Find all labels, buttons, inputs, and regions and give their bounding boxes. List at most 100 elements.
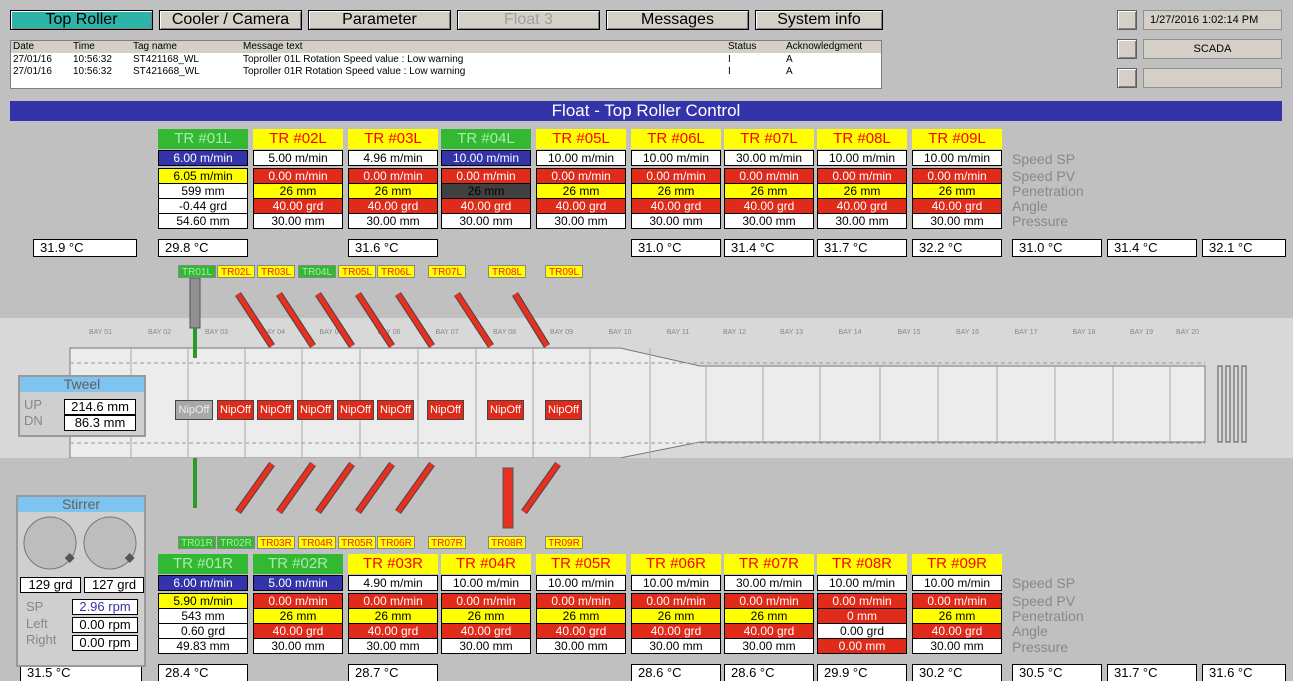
- col-date[interactable]: Date: [13, 41, 57, 53]
- roller-ang-value[interactable]: 40.00 grd: [441, 198, 531, 214]
- roller-header[interactable]: TR #08R: [817, 554, 907, 574]
- roller-sp-value[interactable]: 10.00 m/min: [912, 150, 1002, 166]
- roller-sp-value[interactable]: 10.00 m/min: [817, 575, 907, 591]
- roller-pr-value[interactable]: 30.00 mm: [536, 213, 626, 229]
- roller-pv-value[interactable]: 0.00 m/min: [253, 168, 343, 184]
- roller-tag[interactable]: TR05L: [338, 265, 376, 278]
- roller-header[interactable]: TR #04R: [441, 554, 531, 574]
- roller-header[interactable]: TR #03R: [348, 554, 438, 574]
- roller-pr-value[interactable]: 30.00 mm: [536, 638, 626, 654]
- roller-ang-value[interactable]: 40.00 grd: [912, 623, 1002, 639]
- roller-pen-value[interactable]: 26 mm: [631, 183, 721, 199]
- col-status[interactable]: Status: [728, 41, 782, 53]
- roller-pr-value[interactable]: 30.00 mm: [441, 213, 531, 229]
- nip-off-button[interactable]: NipOff: [427, 400, 464, 420]
- roller-tag[interactable]: TR01R: [178, 536, 216, 549]
- roller-header[interactable]: TR #06R: [631, 554, 721, 574]
- nip-off-button[interactable]: NipOff: [377, 400, 414, 420]
- roller-tag[interactable]: TR03L: [257, 265, 295, 278]
- roller-sp-value[interactable]: 30.00 m/min: [724, 150, 814, 166]
- roller-tag[interactable]: TR01L: [178, 265, 216, 278]
- roller-tag[interactable]: TR09L: [545, 265, 583, 278]
- roller-tag[interactable]: TR07L: [428, 265, 466, 278]
- roller-tag[interactable]: TR08L: [488, 265, 526, 278]
- roller-pv-value[interactable]: 0.00 m/min: [817, 168, 907, 184]
- roller-ang-value[interactable]: 40.00 grd: [536, 198, 626, 214]
- roller-pr-value[interactable]: 30.00 mm: [253, 213, 343, 229]
- nav-cooler-camera[interactable]: Cooler / Camera: [159, 10, 302, 30]
- roller-pr-value[interactable]: 30.00 mm: [631, 638, 721, 654]
- roller-sp-value[interactable]: 6.00 m/min: [158, 150, 248, 166]
- alarm-row[interactable]: 27/01/16 10:56:32 ST421168_WL Toproller …: [11, 54, 881, 66]
- roller-pen-value[interactable]: 26 mm: [441, 183, 531, 199]
- roller-pen-value[interactable]: 26 mm: [536, 608, 626, 624]
- roller-header[interactable]: TR #01L: [158, 129, 248, 149]
- status-button-3[interactable]: [1117, 68, 1137, 88]
- roller-pen-value[interactable]: 26 mm: [348, 183, 438, 199]
- roller-pen-value[interactable]: 26 mm: [253, 608, 343, 624]
- roller-pen-value[interactable]: 543 mm: [158, 608, 248, 624]
- roller-ang-value[interactable]: -0.44 grd: [158, 198, 248, 214]
- col-tag[interactable]: Tag name: [133, 41, 233, 53]
- roller-ang-value[interactable]: 40.00 grd: [631, 198, 721, 214]
- roller-pen-value[interactable]: 0 mm: [817, 608, 907, 624]
- roller-sp-value[interactable]: 4.96 m/min: [348, 150, 438, 166]
- col-message[interactable]: Message text: [243, 41, 723, 53]
- roller-ang-value[interactable]: 40.00 grd: [441, 623, 531, 639]
- nav-messages[interactable]: Messages: [606, 10, 749, 30]
- roller-pv-value[interactable]: 0.00 m/min: [348, 168, 438, 184]
- roller-tag[interactable]: TR04L: [298, 265, 336, 278]
- roller-pen-value[interactable]: 26 mm: [724, 608, 814, 624]
- status-button-1[interactable]: [1117, 10, 1137, 30]
- nav-top-roller[interactable]: Top Roller: [10, 10, 153, 30]
- roller-pen-value[interactable]: 26 mm: [536, 183, 626, 199]
- nip-off-button[interactable]: NipOff: [297, 400, 334, 420]
- roller-pv-value[interactable]: 0.00 m/min: [724, 593, 814, 609]
- roller-ang-value[interactable]: 40.00 grd: [631, 623, 721, 639]
- roller-pr-value[interactable]: 30.00 mm: [817, 213, 907, 229]
- roller-tag[interactable]: TR03R: [257, 536, 295, 549]
- roller-sp-value[interactable]: 10.00 m/min: [817, 150, 907, 166]
- roller-sp-value[interactable]: 10.00 m/min: [631, 575, 721, 591]
- roller-sp-value[interactable]: 10.00 m/min: [536, 575, 626, 591]
- roller-tag[interactable]: TR02R: [217, 536, 255, 549]
- roller-header[interactable]: TR #06L: [631, 129, 721, 149]
- nav-parameter[interactable]: Parameter: [308, 10, 451, 30]
- roller-pr-value[interactable]: 30.00 mm: [348, 213, 438, 229]
- tweel-dn-value[interactable]: 86.3 mm: [64, 415, 136, 431]
- stirrer-left-angle[interactable]: 129 grd: [20, 577, 81, 593]
- roller-pv-value[interactable]: 0.00 m/min: [441, 593, 531, 609]
- nav-float-3[interactable]: Float 3: [457, 10, 600, 30]
- roller-sp-value[interactable]: 4.90 m/min: [348, 575, 438, 591]
- roller-sp-value[interactable]: 5.00 m/min: [253, 150, 343, 166]
- roller-tag[interactable]: TR08R: [488, 536, 526, 549]
- roller-ang-value[interactable]: 40.00 grd: [724, 623, 814, 639]
- roller-pv-value[interactable]: 0.00 m/min: [912, 168, 1002, 184]
- stirrer-right-value[interactable]: 0.00 rpm: [72, 635, 138, 651]
- roller-tag[interactable]: TR04R: [298, 536, 336, 549]
- roller-pv-value[interactable]: 0.00 m/min: [912, 593, 1002, 609]
- roller-header[interactable]: TR #09R: [912, 554, 1002, 574]
- roller-pv-value[interactable]: 0.00 m/min: [536, 593, 626, 609]
- tweel-up-value[interactable]: 214.6 mm: [64, 399, 136, 415]
- roller-ang-value[interactable]: 40.00 grd: [724, 198, 814, 214]
- roller-pv-value[interactable]: 5.90 m/min: [158, 593, 248, 609]
- stirrer-right-angle[interactable]: 127 grd: [84, 577, 144, 593]
- roller-tag[interactable]: TR09R: [545, 536, 583, 549]
- roller-pv-value[interactable]: 0.00 m/min: [536, 168, 626, 184]
- roller-sp-value[interactable]: 5.00 m/min: [253, 575, 343, 591]
- roller-pr-value[interactable]: 30.00 mm: [724, 213, 814, 229]
- nip-off-button[interactable]: NipOff: [337, 400, 374, 420]
- roller-pen-value[interactable]: 26 mm: [253, 183, 343, 199]
- roller-pv-value[interactable]: 6.05 m/min: [158, 168, 248, 184]
- roller-ang-value[interactable]: 0.60 grd: [158, 623, 248, 639]
- roller-ang-value[interactable]: 40.00 grd: [817, 198, 907, 214]
- roller-pv-value[interactable]: 0.00 m/min: [724, 168, 814, 184]
- roller-pen-value[interactable]: 26 mm: [631, 608, 721, 624]
- roller-pr-value[interactable]: 30.00 mm: [912, 638, 1002, 654]
- roller-sp-value[interactable]: 10.00 m/min: [441, 575, 531, 591]
- nip-off-button[interactable]: NipOff: [175, 400, 213, 420]
- roller-header[interactable]: TR #08L: [817, 129, 907, 149]
- roller-pr-value[interactable]: 49.83 mm: [158, 638, 248, 654]
- roller-sp-value[interactable]: 30.00 m/min: [724, 575, 814, 591]
